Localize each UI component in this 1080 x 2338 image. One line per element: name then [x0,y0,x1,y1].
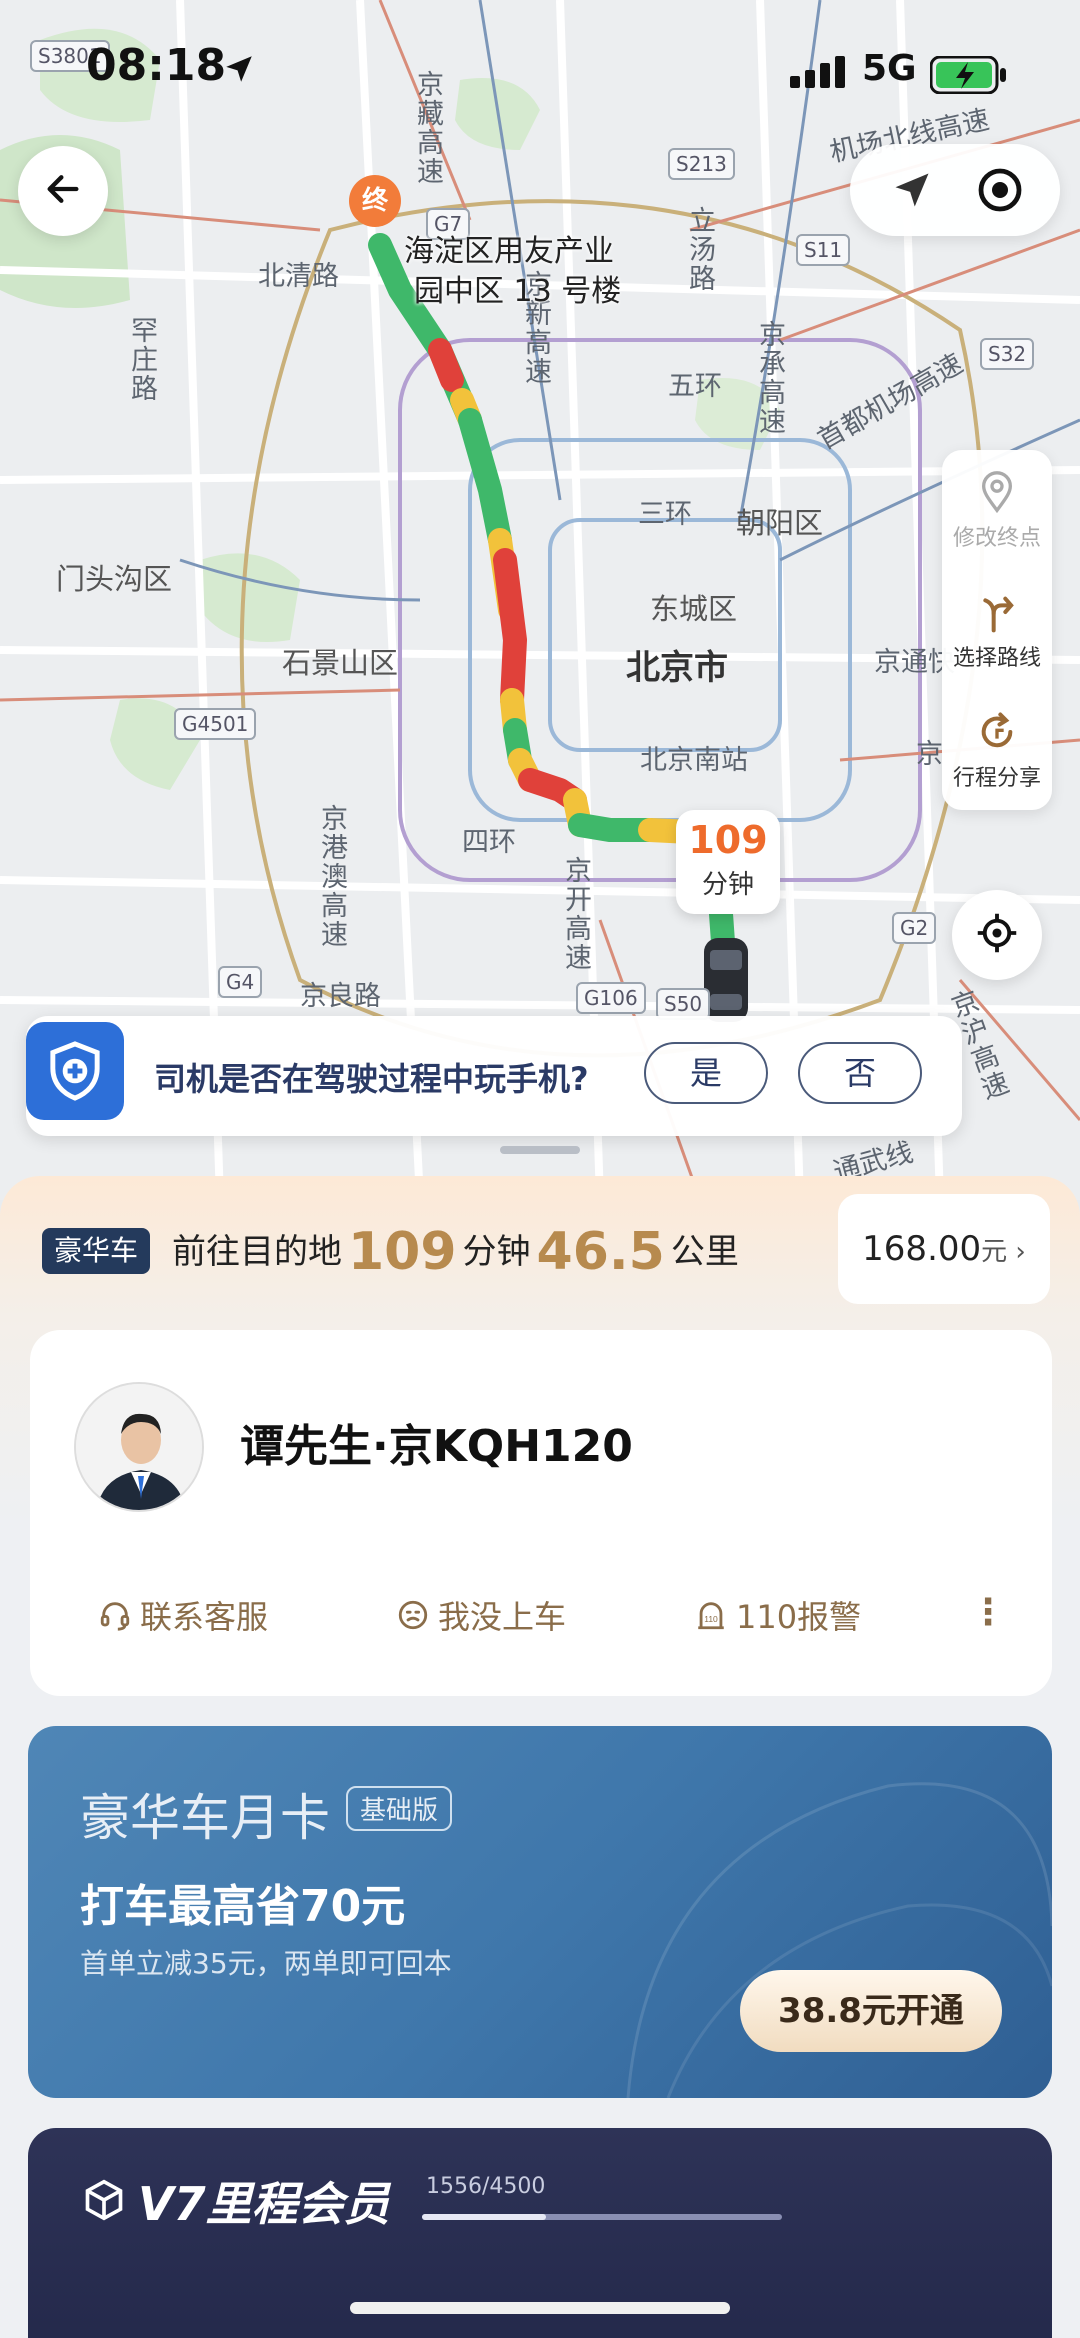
action-label: 联系客服 [140,1598,269,1636]
map-label: 三环 [638,499,692,530]
route-end-pin: 终 [349,175,401,227]
headset-icon [98,1598,132,1640]
signal-bars-icon [790,56,848,92]
answer-yes-button[interactable]: 是 [644,1042,768,1104]
not-boarded-button[interactable]: 我没上车 [396,1592,566,1640]
route-fork-icon [977,590,1017,638]
driver-card: 谭先生·京KQH120 联系客服 我没上车 110 110报警 ⋮ [30,1330,1052,1696]
map-label: 京 [916,739,943,770]
shield-plus-icon [26,1022,124,1120]
location-arrow-icon [222,52,256,90]
road-badge: G106 [576,982,646,1014]
safety-prompt-banner: 司机是否在驾驶过程中玩手机? 是 否 [26,1016,962,1136]
svg-text:110: 110 [704,1614,718,1624]
road-badge: G2 [892,912,937,944]
eta-unit: 分钟 [701,870,754,900]
driver-avatar[interactable] [74,1382,204,1512]
police-110-button[interactable]: 110 110报警 [694,1592,861,1640]
navigation-arrow-icon[interactable] [890,168,934,216]
map-label: 四环 [462,827,516,858]
face-icon [396,1598,430,1640]
side-action-share-trip[interactable]: 行程分享 [942,690,1052,810]
map-label: 立汤路 [684,206,715,293]
destination-line-2: 园中区 13 号楼 [414,274,622,309]
crosshair-icon [976,912,1018,958]
month-card-badge: 基础版 [346,1786,453,1831]
trip-prefix: 前往目的地 [172,1232,342,1272]
trip-minutes: 109 [348,1222,457,1282]
road-badge: S11 [796,234,851,266]
trip-minutes-unit: 分钟 [462,1232,531,1272]
road-badge: G4 [218,966,263,998]
destination-line-1: 海淀区用友产业 [404,234,614,269]
arrow-left-icon [43,169,83,213]
month-card-subtitle: 首单立减35元，两单即可回本 [80,1947,452,1980]
map-label: 京良路 [300,981,381,1012]
side-action-label: 修改终点 [952,526,1041,551]
map-label: 京承高速 [754,320,785,436]
month-card-promo[interactable]: 豪华车月卡 基础版 打车最高省70元 首单立减35元，两单即可回本 38.8元开… [28,1726,1052,2098]
map-label: 石景山区 [282,646,399,680]
map-label: 北清路 [258,261,339,292]
price-button[interactable]: 168.00元 › [838,1194,1050,1304]
cube-logo-icon [82,2178,126,2226]
map-side-actions: 修改终点 选择路线 行程分享 [942,450,1052,810]
chevron-right-icon: › [1007,1237,1026,1267]
answer-no-button[interactable]: 否 [798,1042,922,1104]
trip-summary: 豪华车 前往目的地 109 分钟 46.5 公里 [40,1212,820,1292]
map-label: 罕庄路 [126,316,157,403]
side-action-label: 行程分享 [952,766,1041,791]
more-options-icon[interactable]: ⋮ [970,1592,1006,1633]
vip-progress-bar [422,2214,782,2220]
map-label: 朝阳区 [736,506,824,540]
trip-summary-text: 前往目的地 109 分钟 46.5 公里 [172,1222,739,1282]
road-badge: G4501 [174,708,257,740]
home-indicator[interactable] [350,2302,730,2314]
map-label: 门头沟区 [56,562,173,596]
map-label: 京开高速 [560,856,591,972]
road-badge: S32 [980,338,1035,370]
map-top-controls [850,144,1060,236]
price-value: 168.00 [862,1229,982,1269]
price-unit: 元 [981,1237,1008,1267]
record-target-icon[interactable] [976,166,1024,218]
trip-distance-unit: 公里 [670,1232,739,1272]
driver-name-plate: 谭先生·京KQH120 [240,1421,633,1472]
car-class-tag: 豪华车 [42,1228,151,1274]
map-label-city: 北京市 [626,648,728,688]
battery-charging-icon [929,55,1008,98]
status-time: 08:18 [86,40,227,91]
eta-value: 109 [688,818,768,862]
vip-progress-text: 1556/4500 [426,2174,546,2199]
road-badge: S213 [668,148,735,180]
vip-progress-fill [422,2214,547,2220]
action-label: 我没上车 [438,1598,567,1636]
eta-bubble: 109 分钟 [676,810,780,914]
police-110-icon: 110 [694,1598,728,1640]
month-card-activate-button[interactable]: 38.8元开通 [740,1970,1002,2052]
safety-question: 司机是否在驾驶过程中玩手机? [154,1060,589,1098]
location-pin-icon [977,470,1017,518]
locate-me-button[interactable] [952,890,1042,980]
share-loop-icon [977,710,1017,758]
contact-support-button[interactable]: 联系客服 [98,1592,268,1640]
vip-title: V7里程会员 [138,2177,390,2231]
map-label: 京港澳高速 [316,804,347,949]
sheet-grabber[interactable] [500,1146,580,1154]
action-label: 110报警 [736,1598,862,1636]
side-action-label: 选择路线 [952,646,1041,671]
map-label: 北京南站 [640,745,748,776]
back-button[interactable] [18,146,108,236]
map-label: 东城区 [650,592,738,626]
side-action-change-destination[interactable]: 修改终点 [942,450,1052,570]
month-card-headline: 打车最高省70元 [80,1881,406,1932]
map-label: 五环 [668,371,722,402]
side-action-choose-route[interactable]: 选择路线 [942,570,1052,690]
destination-label: 海淀区用友产业 园中区 13 号楼 [404,232,621,312]
status-bar: 08:18 5G [0,0,1080,140]
trip-distance: 46.5 [536,1222,665,1282]
month-card-title: 豪华车月卡 [80,1789,330,1847]
network-type: 5G [862,48,917,89]
